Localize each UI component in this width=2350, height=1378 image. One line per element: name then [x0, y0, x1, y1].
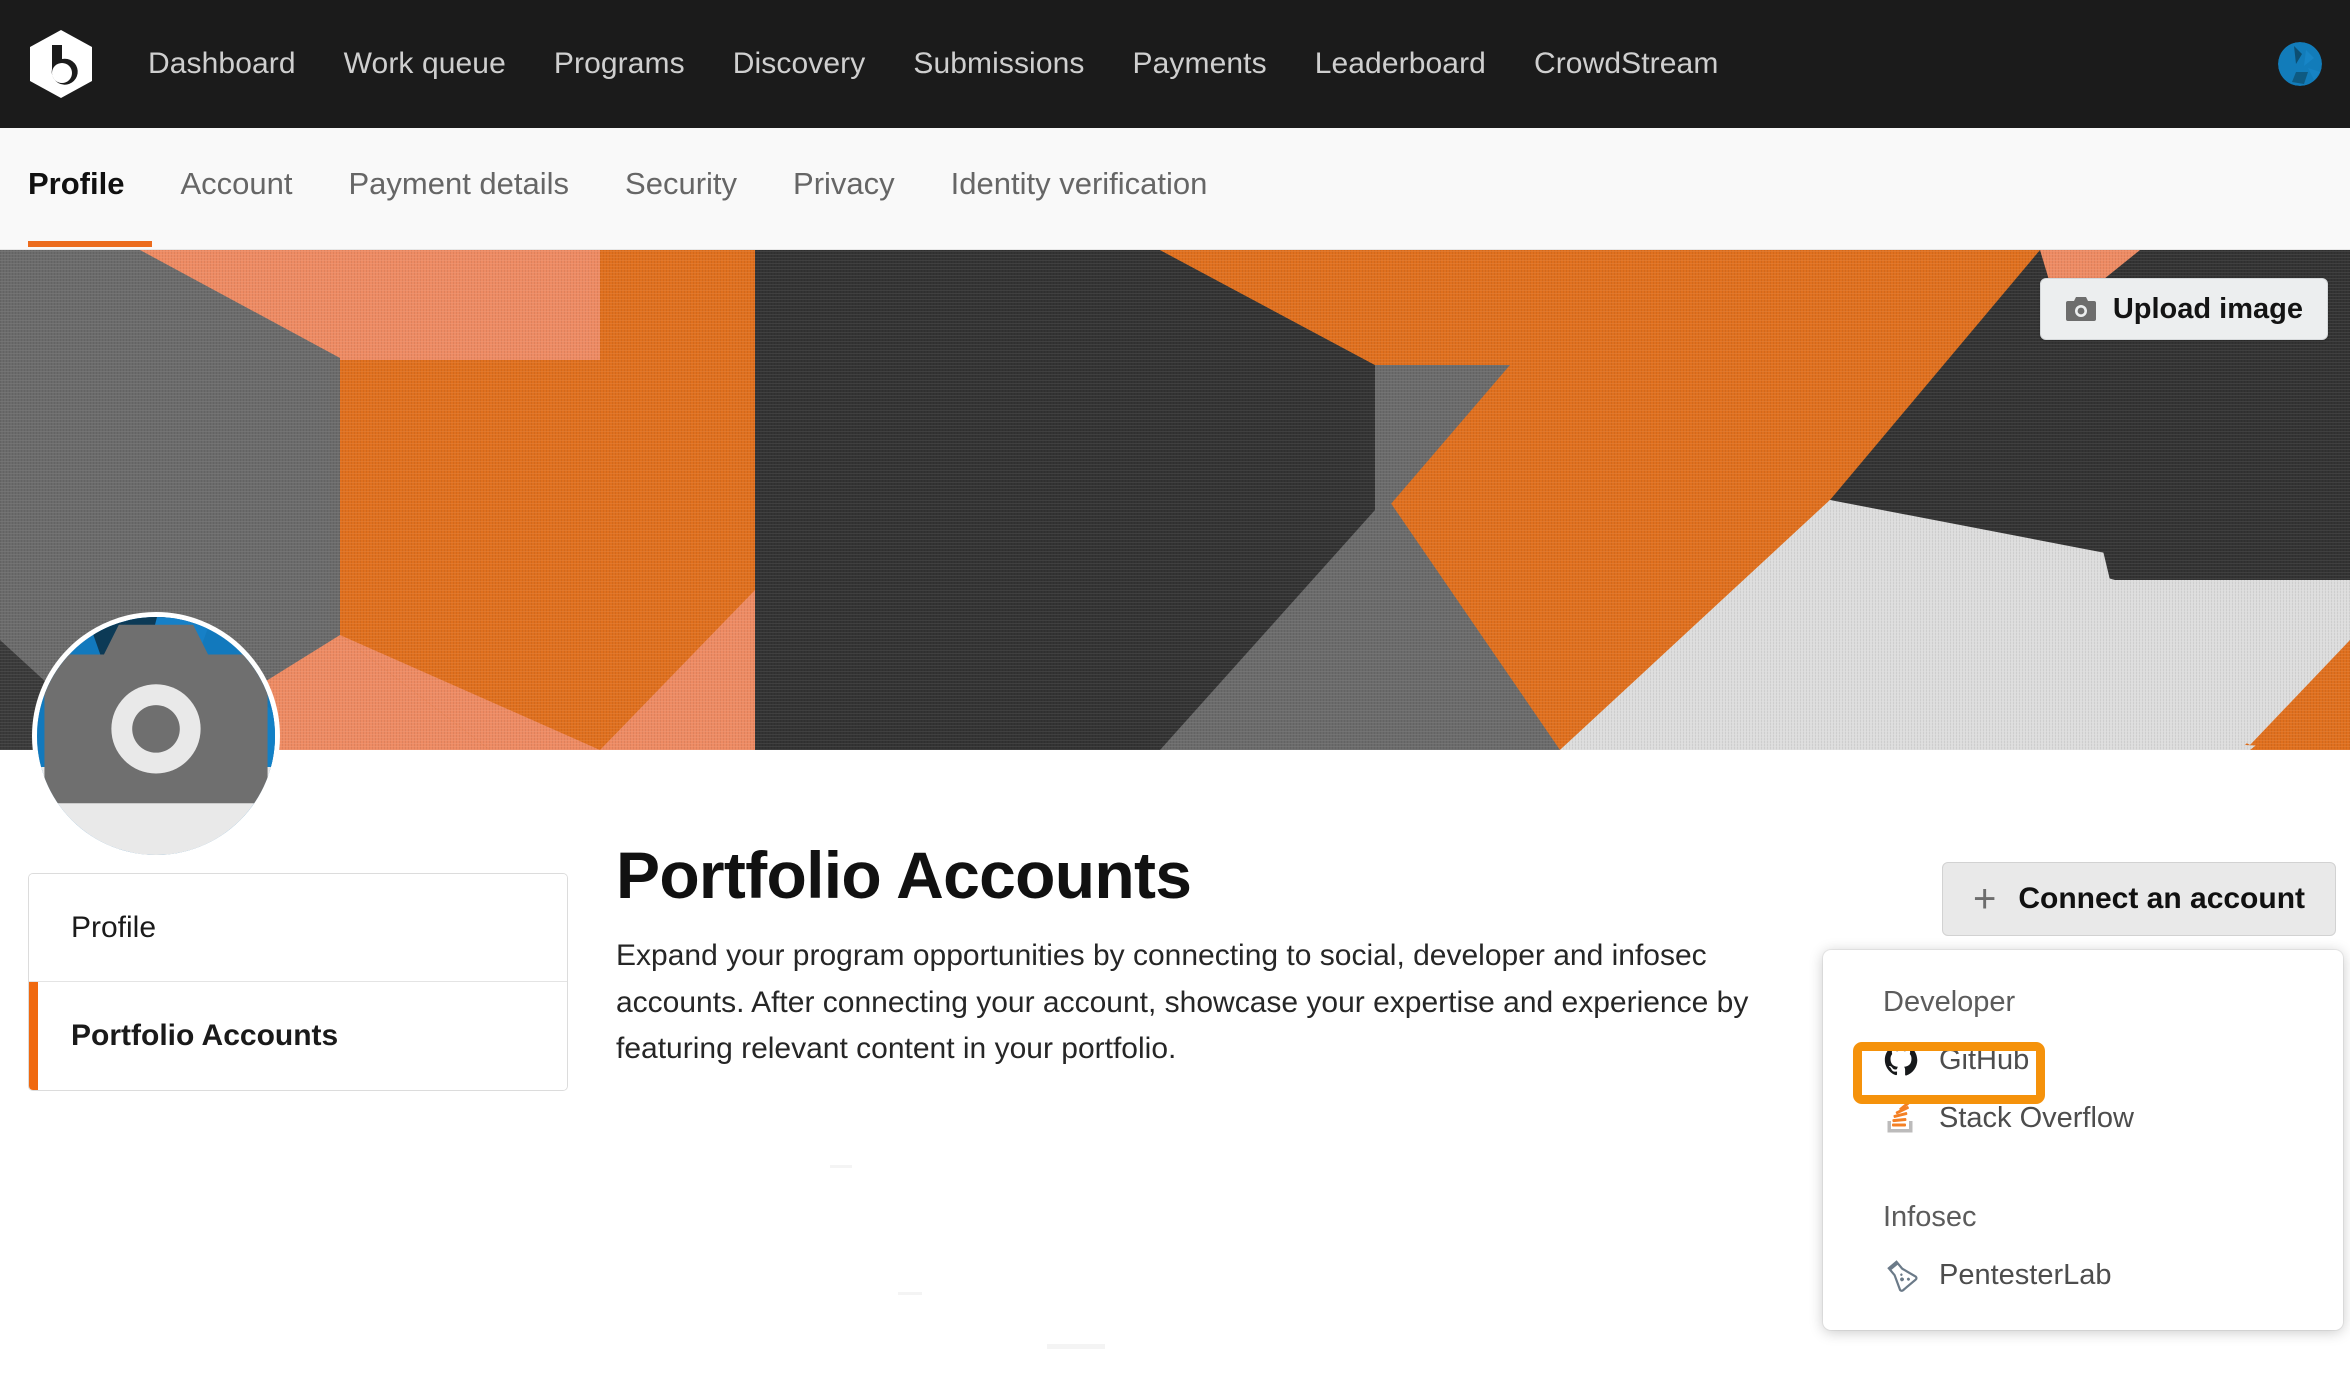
dropdown-item-github[interactable]: GitHub: [1823, 1031, 2343, 1089]
nav-link-submissions[interactable]: Submissions: [889, 47, 1108, 81]
plus-icon: +: [1972, 877, 1997, 921]
connect-account-dropdown: Developer GitHub Stack Overflow Infosec …: [1823, 950, 2343, 1330]
tab-profile[interactable]: Profile: [28, 166, 153, 247]
geometric-banner-graphic: [0, 250, 2350, 750]
profile-avatar[interactable]: [32, 612, 280, 860]
github-icon: [1883, 1042, 1919, 1078]
tab-identity-verification[interactable]: Identity verification: [951, 166, 1236, 202]
dropdown-group-label-infosec: Infosec: [1883, 1201, 1977, 1233]
sidebar-item-label: Profile: [71, 910, 157, 944]
nav-link-leaderboard[interactable]: Leaderboard: [1291, 47, 1510, 81]
primary-nav-links: Dashboard Work queue Programs Discovery …: [124, 47, 1742, 81]
tab-security[interactable]: Security: [625, 166, 765, 202]
page-title: Portfolio Accounts: [616, 838, 1192, 912]
dropdown-item-label: PentesterLab: [1939, 1258, 2112, 1291]
nav-link-crowdstream[interactable]: CrowdStream: [1510, 47, 1742, 81]
upload-image-label: Upload image: [2112, 292, 2303, 325]
loading-artifact: [830, 1165, 852, 1168]
main-content: Portfolio Accounts Expand your program o…: [616, 838, 1776, 1073]
tab-account[interactable]: Account: [180, 166, 320, 202]
nav-link-dashboard[interactable]: Dashboard: [124, 47, 320, 81]
stack-overflow-icon: [1883, 1100, 1919, 1136]
nav-link-discovery[interactable]: Discovery: [709, 47, 890, 81]
profile-sidebar-menu: Profile Portfolio Accounts: [28, 873, 568, 1091]
dropdown-item-label: Stack Overflow: [1939, 1101, 2134, 1134]
dropdown-item-pentesterlab[interactable]: PentesterLab: [1823, 1246, 2343, 1304]
profile-banner-image: [0, 250, 2350, 750]
loading-artifact: [1047, 1344, 1105, 1349]
dropdown-item-stack-overflow[interactable]: Stack Overflow: [1823, 1089, 2343, 1147]
avatar[interactable]: [2278, 42, 2322, 86]
bugcrowd-logo[interactable]: [22, 25, 100, 103]
profile-avatar-graphic: [37, 617, 275, 855]
user-avatar-icon: [2278, 42, 2322, 86]
nav-link-payments[interactable]: Payments: [1109, 47, 1291, 81]
dropdown-group-label-developer: Developer: [1883, 986, 2016, 1018]
dropdown-item-label: GitHub: [1939, 1043, 2030, 1076]
nav-link-work-queue[interactable]: Work queue: [320, 47, 530, 81]
sidebar-item-profile[interactable]: Profile: [29, 874, 567, 982]
bugcrowd-hexagon-b-logo: [30, 30, 92, 98]
loading-artifact: [898, 1292, 922, 1295]
connect-an-account-label: Connect an account: [2018, 882, 2306, 915]
tab-privacy[interactable]: Privacy: [793, 166, 923, 202]
settings-tab-bar: Profile Account Payment details Security…: [0, 128, 2350, 250]
page-description: Expand your program opportunities by con…: [616, 939, 1749, 1066]
sidebar-item-label: Portfolio Accounts: [71, 1019, 339, 1052]
dropdown-group-spacer: [1823, 1147, 2343, 1201]
nav-link-programs[interactable]: Programs: [530, 47, 709, 81]
top-navigation-bar: Dashboard Work queue Programs Discovery …: [0, 0, 2350, 128]
pentesterlab-flask-icon: [1883, 1257, 1919, 1293]
connect-an-account-button[interactable]: + Connect an account: [1942, 862, 2336, 936]
sidebar-item-portfolio-accounts[interactable]: Portfolio Accounts: [29, 982, 567, 1090]
upload-image-button[interactable]: Upload image: [2039, 278, 2328, 340]
camera-icon: [2065, 297, 2096, 321]
tab-payment-details[interactable]: Payment details: [348, 166, 597, 202]
